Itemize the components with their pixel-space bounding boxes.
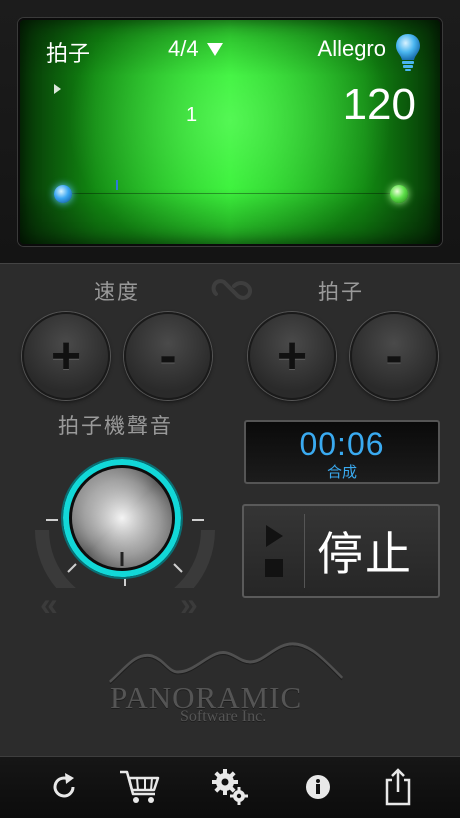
chevron-right-icon: »: [180, 586, 198, 622]
stop-divider: [304, 514, 305, 588]
volume-knob[interactable]: [30, 448, 220, 620]
blue-beat-light: [54, 185, 72, 203]
timer-display[interactable]: 00:06 合成: [244, 420, 440, 484]
refresh-icon[interactable]: [42, 765, 86, 809]
beat-position-marker: [116, 180, 118, 190]
timer-label: 合成: [326, 464, 357, 481]
beat-counter: 1: [186, 104, 198, 126]
play-indicator-icon: [54, 84, 61, 94]
timer-value: 00:06: [299, 426, 385, 462]
speed-increase-button[interactable]: +: [22, 312, 110, 400]
share-icon[interactable]: [376, 765, 420, 809]
cart-icon[interactable]: [118, 765, 162, 809]
pendulum-track: [64, 193, 398, 194]
beats-decrease-button[interactable]: -: [350, 312, 438, 400]
speed-label: 速度: [94, 281, 140, 304]
green-beat-light: [390, 185, 408, 203]
link-icon[interactable]: [208, 272, 256, 313]
light-bulb-icon[interactable]: [394, 32, 422, 77]
beats-increase-button[interactable]: +: [248, 312, 336, 400]
transport-icons: [244, 525, 304, 577]
bpm-value: 120: [342, 80, 416, 129]
bottom-toolbar: [0, 756, 460, 818]
stop-label: 停止: [317, 528, 413, 580]
settings-icon[interactable]: [208, 765, 252, 809]
chevron-left-icon: «: [40, 586, 58, 622]
tempo-name: Allegro: [317, 36, 386, 61]
metronome-display[interactable]: 拍子 4/4 Allegro 1 120: [18, 18, 442, 246]
logo-subtitle: Software Inc.: [180, 708, 267, 725]
play-icon: [265, 525, 283, 547]
beats-label: 拍子: [318, 281, 364, 304]
display-beats-label: 拍子: [46, 41, 91, 66]
display-panel: 拍子 4/4 Allegro 1 120: [0, 0, 460, 264]
metronome-sound-label: 拍子機聲音: [58, 415, 173, 438]
time-signature-selector[interactable]: 4/4: [168, 36, 223, 62]
stop-icon: [265, 559, 283, 577]
dropdown-arrow-icon: [206, 42, 223, 56]
stop-button[interactable]: 停止: [242, 504, 440, 598]
info-icon[interactable]: [296, 765, 340, 809]
time-signature-value: 4/4: [168, 36, 199, 61]
speed-decrease-button[interactable]: -: [124, 312, 212, 400]
